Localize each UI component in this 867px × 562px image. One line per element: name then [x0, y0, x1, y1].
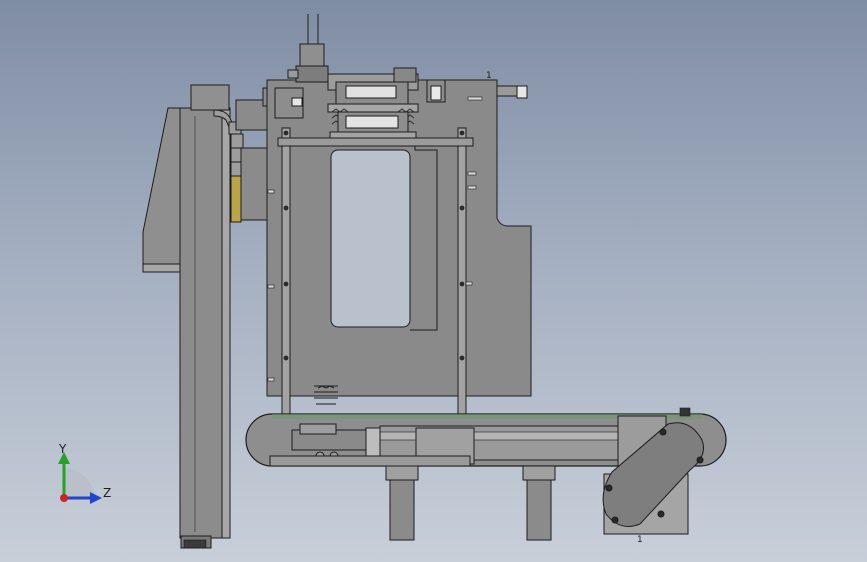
x-axis-dot-icon [60, 494, 68, 502]
vertical-module-motor [190, 84, 230, 111]
marker-label-bottom: 1 [637, 535, 643, 545]
plate-window-cutout [330, 149, 411, 328]
triad-arc [64, 468, 94, 498]
vertical-module-connector [183, 539, 207, 549]
top-right-slider [496, 85, 528, 99]
marker-label-top: 1 [486, 71, 492, 81]
vertical-module-back-plate [142, 107, 181, 269]
left-guide-rod [281, 127, 291, 461]
cad-viewport[interactable]: 1 1 Y Z [0, 0, 867, 562]
vertical-linear-module [142, 84, 231, 549]
vertical-module-base-strip [142, 263, 182, 273]
top-cross-bar [277, 137, 474, 147]
vertical-module-slot [194, 116, 196, 532]
right-guide-rod [457, 127, 467, 461]
vertical-module-rail [221, 107, 231, 539]
y-axis-label: Y [58, 442, 67, 456]
z-axis-label: Z [103, 486, 111, 500]
conveyor-top-cap [679, 407, 691, 417]
conveyor-support-legs [385, 465, 556, 541]
z-arrow-icon [90, 492, 102, 504]
assembly-drawing: 1 1 Y Z [58, 14, 727, 549]
view-triad[interactable]: Y Z [58, 442, 111, 504]
